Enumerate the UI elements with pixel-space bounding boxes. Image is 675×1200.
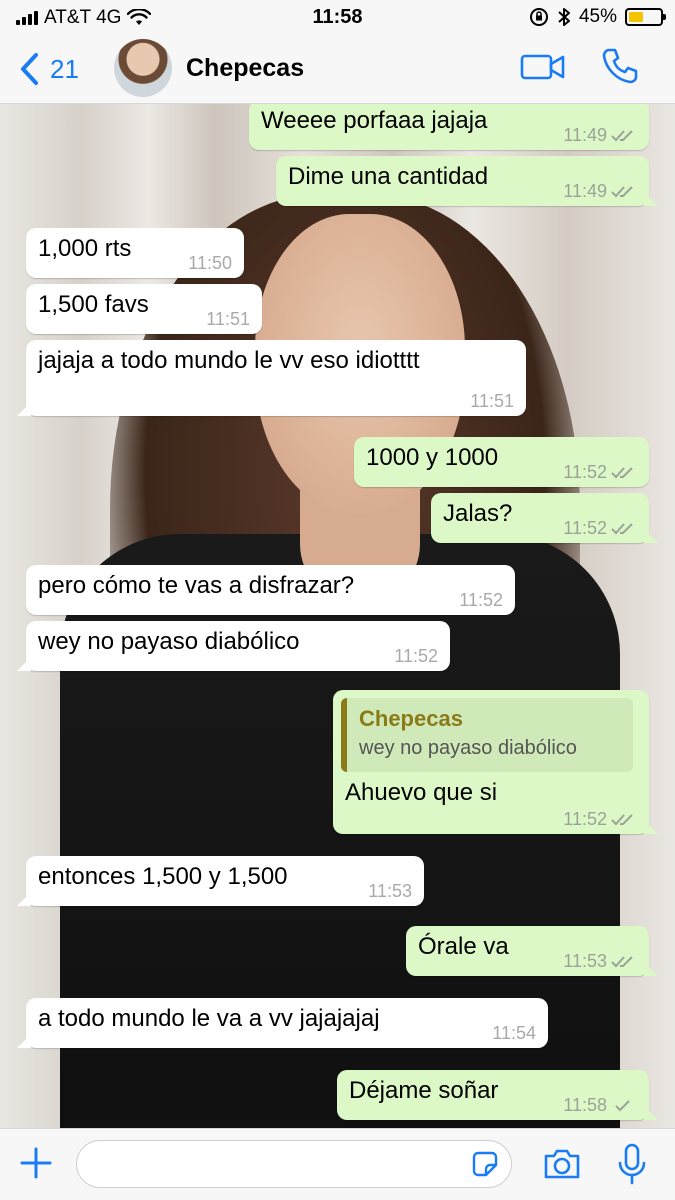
plus-icon[interactable] (18, 1145, 54, 1181)
quoted-author: Chepecas (359, 706, 463, 731)
contact-name[interactable]: Chepecas (186, 54, 304, 83)
message-text: a todo mundo le va a vv jajajajaj (38, 1005, 380, 1032)
double-check-icon (611, 129, 633, 141)
quoted-text: wey no payaso diabólico (359, 737, 577, 759)
status-right: 45% (529, 6, 666, 28)
message-bubble-incoming[interactable]: entonces 1,500 y 1,500 11:53 (17, 856, 424, 906)
message-time: 11:52 (459, 590, 503, 610)
orientation-lock-icon (529, 8, 548, 26)
message-time: 11:51 (206, 309, 250, 329)
message-time: 11:52 (394, 646, 438, 666)
message-time: 11:52 (563, 518, 607, 538)
message-bubble-incoming[interactable]: 1,500 favs 11:51 (26, 284, 262, 334)
message-time: 11:54 (492, 1023, 536, 1043)
message-bubble-outgoing[interactable]: Dime una cantidad 11:49 (276, 156, 658, 206)
message-time: 11:53 (563, 951, 607, 971)
message-time: 11:51 (470, 391, 514, 411)
microphone-icon[interactable] (614, 1143, 650, 1185)
message-bubble-outgoing[interactable]: Weeee porfaaa jajaja 11:49 (249, 104, 649, 150)
contact-avatar[interactable] (114, 39, 172, 97)
message-text: jajaja a todo mundo le vv eso idiotttt (38, 347, 420, 374)
message-bubble-outgoing[interactable]: Déjame soñar 11:58 (337, 1070, 658, 1120)
message-bubble-incoming[interactable]: wey no payaso diabólico 11:52 (17, 621, 450, 671)
message-bubble-outgoing[interactable]: 1000 y 1000 11:52 (354, 437, 649, 487)
message-bubble-incoming[interactable]: a todo mundo le va a vv jajajajaj 11:54 (17, 998, 548, 1048)
message-text: entonces 1,500 y 1,500 (38, 863, 288, 890)
battery-icon (625, 8, 666, 26)
message-time: 11:52 (563, 462, 607, 482)
chat-header: 21 Chepecas (0, 34, 675, 104)
single-check-icon (615, 1099, 630, 1111)
message-bubble-outgoing-reply[interactable]: Chepecas wey no payaso diabólico Ahuevo … (333, 690, 658, 834)
status-bar: AT&T 4G 11:58 45% (0, 0, 675, 34)
message-text: wey no payaso diabólico (38, 628, 300, 655)
message-bubble-outgoing[interactable]: Órale va 11:53 (406, 926, 658, 976)
video-camera-icon[interactable] (520, 52, 566, 82)
double-check-icon (611, 522, 633, 534)
message-bubble-outgoing[interactable]: Jalas? 11:52 (431, 493, 658, 543)
message-text: pero cómo te vas a disfrazar? (38, 572, 355, 599)
bluetooth-icon (558, 8, 570, 26)
phone-icon[interactable] (600, 46, 640, 86)
quoted-message[interactable]: Chepecas wey no payaso diabólico (341, 698, 633, 772)
double-check-icon (611, 813, 633, 825)
double-check-icon (611, 466, 633, 478)
message-time: 11:50 (188, 253, 232, 273)
double-check-icon (611, 955, 633, 967)
chevron-left-icon (21, 53, 38, 85)
message-text: Ahuevo que si (345, 779, 498, 806)
message-input[interactable] (76, 1140, 512, 1188)
message-time: 11:49 (563, 181, 607, 201)
message-bubble-incoming[interactable]: 1,000 rts 11:50 (26, 228, 244, 278)
double-check-icon (611, 185, 633, 197)
unread-count: 21 (50, 53, 79, 84)
message-input-bar (0, 1128, 675, 1200)
chat-area[interactable]: Weeee porfaaa jajaja 11:49 Dime una cant… (0, 104, 675, 1128)
message-time: 11:52 (563, 809, 607, 829)
battery-percent: 45% (578, 6, 617, 27)
message-time: 11:49 (563, 125, 607, 145)
sticker-icon[interactable] (470, 1149, 500, 1179)
message-bubble-incoming[interactable]: pero cómo te vas a disfrazar? 11:52 (26, 565, 515, 615)
message-time: 11:53 (368, 881, 412, 901)
camera-icon[interactable] (542, 1147, 582, 1181)
message-bubble-incoming[interactable]: jajaja a todo mundo le vv eso idiotttt 1… (17, 340, 526, 416)
back-button[interactable]: 21 (18, 52, 79, 86)
message-time: 11:58 (563, 1095, 607, 1115)
